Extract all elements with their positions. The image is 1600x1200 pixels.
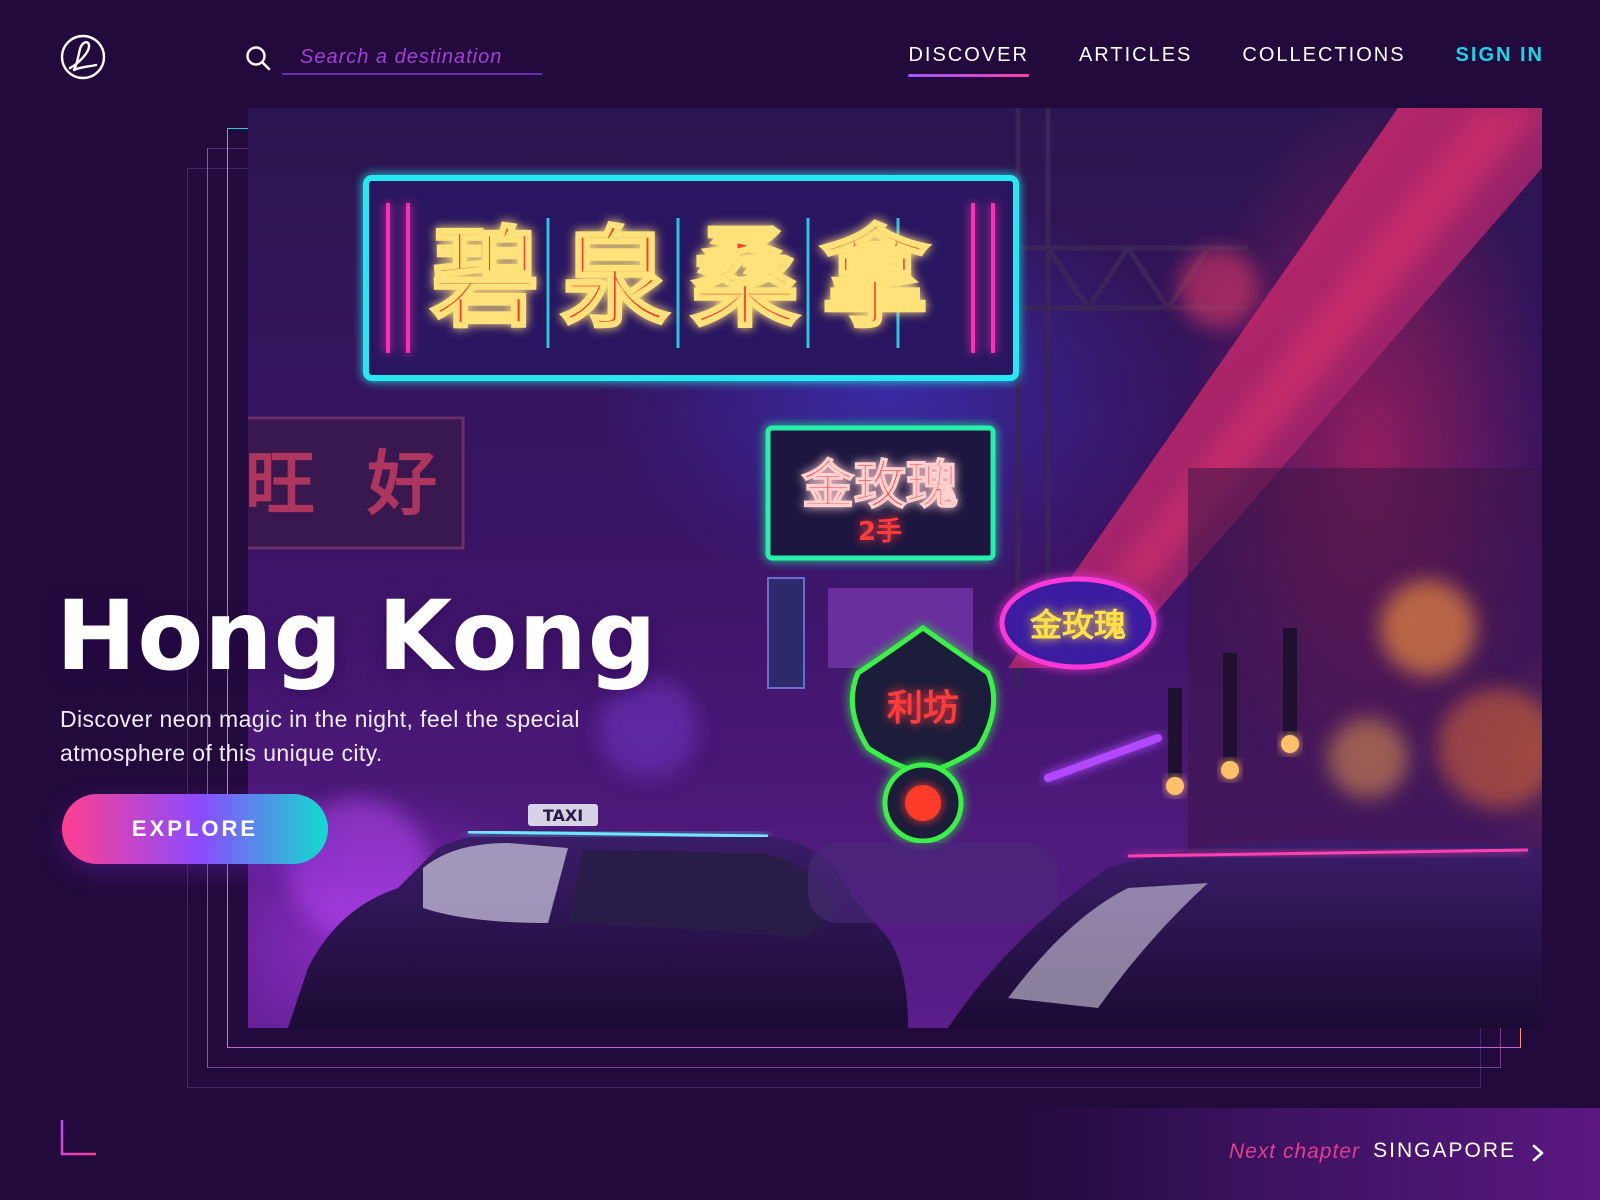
taxi-sign-text: TAXI [543,806,583,825]
next-chapter-label: Next chapter [1228,1140,1360,1163]
search-icon[interactable] [244,44,272,72]
sign-in-link[interactable]: SIGN IN [1456,44,1544,75]
center-sign-sub: 2手 [858,517,902,547]
left-sign-text: 旺 好 [248,443,451,525]
shield-neon-sign: 利坊 [849,624,997,844]
shield-sign-text: 利坊 [887,688,959,729]
background-car [808,843,1058,923]
nav-collections[interactable]: COLLECTIONS [1242,44,1405,75]
corner-bracket-icon [60,1120,96,1156]
main-neon-sign: 碧泉桑拿 [363,175,1019,381]
next-chapter-city[interactable]: SINGAPORE [1373,1139,1516,1163]
left-faded-sign: 旺 好 [248,416,465,550]
nav-articles[interactable]: ARTICLES [1079,44,1192,75]
chevron-right-icon[interactable] [1528,1142,1548,1164]
center-sign-text: 金玫瑰 [801,456,958,516]
city-description: Discover neon magic in the night, feel t… [60,706,580,766]
vertical-sign [767,577,805,689]
logo-icon[interactable] [60,34,106,80]
neon-streak [1044,734,1162,782]
center-neon-sign: 金玫瑰 2手 [765,425,996,561]
search-bar [244,40,544,76]
neon-street-scene: 碧泉桑拿 旺 好 金玫瑰 2手 金玫瑰 利坊 TAXI [248,108,1542,1028]
nav-discover[interactable]: DISCOVER [908,44,1030,77]
hero-illustration: 碧泉桑拿 旺 好 金玫瑰 2手 金玫瑰 利坊 TAXI [248,108,1542,1028]
main-sign-text: 碧泉桑拿 [431,217,951,342]
city-title: Hong Kong [56,580,658,692]
search-input[interactable] [282,41,542,75]
explore-button[interactable]: EXPLORE [62,794,328,864]
main-nav: DISCOVER ARTICLES COLLECTIONS SIGN IN [908,44,1544,77]
oval-sign-text: 金玫瑰 [1029,606,1126,644]
oval-neon-sign: 金玫瑰 [999,576,1157,670]
